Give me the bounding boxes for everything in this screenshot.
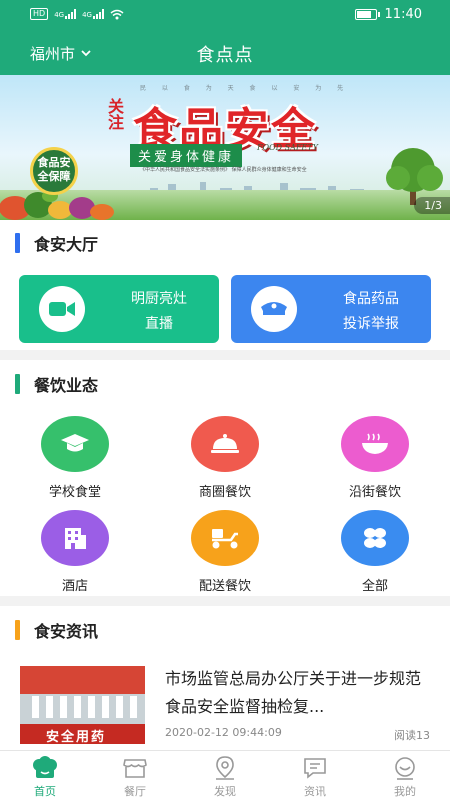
app-title: 食点点 bbox=[196, 45, 254, 66]
category-label: 沿街餐饮 bbox=[348, 485, 401, 500]
tab-news[interactable]: 资讯 bbox=[270, 751, 360, 800]
restaurant-icon bbox=[121, 755, 149, 781]
section-accent-bar bbox=[15, 620, 20, 640]
wifi-icon bbox=[110, 9, 124, 19]
news-title: 市场监管总局办公厅关于进一步规范食品安全监督抽检复... bbox=[165, 669, 422, 716]
tab-label: 我的 bbox=[394, 785, 416, 798]
signal-icon-1: 4G bbox=[54, 9, 77, 19]
delivery-scooter-icon bbox=[191, 510, 259, 566]
signal-icon-2: 4G bbox=[82, 9, 104, 19]
category-label: 全部 bbox=[361, 579, 388, 594]
battery-icon bbox=[354, 9, 380, 20]
status-bar: HD 4G 4G 11:40 bbox=[0, 0, 450, 30]
tab-home[interactable]: 首页 bbox=[0, 751, 90, 800]
news-date: 2020-02-12 09:44:09 bbox=[165, 726, 282, 739]
tab-label: 发现 bbox=[214, 785, 236, 798]
hotel-building-icon bbox=[41, 510, 109, 566]
news-item[interactable]: 安全用药 市场监管总局办公厅关于进一步规范食品安全监督抽检复... 2020-0… bbox=[0, 662, 450, 750]
tab-label: 首页 bbox=[34, 785, 56, 798]
banner-carousel[interactable]: 民 以 食 为 天 食 以 安 为 先 食品安全保障 关注 食品安全 关爱身体健… bbox=[0, 75, 450, 220]
tab-label: 资讯 bbox=[304, 785, 326, 798]
category-hotel[interactable]: 酒店 bbox=[25, 510, 125, 594]
graduation-cap-icon bbox=[41, 416, 109, 472]
thumbnail-caption: 安全用药 bbox=[46, 730, 107, 744]
banner-slogan: 民 以 食 为 天 食 以 安 为 先 bbox=[140, 85, 351, 92]
status-right: 11:40 bbox=[354, 7, 422, 22]
tab-profile[interactable]: 我的 bbox=[360, 751, 450, 800]
food-safety-badge: 食品安全保障 bbox=[30, 147, 78, 195]
complaint-report-card[interactable]: 食品药品 投诉举报 bbox=[231, 275, 431, 343]
card-text: 明厨亮灶 直播 bbox=[109, 287, 209, 337]
banner-attention-text: 关注 bbox=[108, 97, 125, 132]
card-line-1: 明厨亮灶 bbox=[131, 291, 187, 307]
carousel-pager: 1/3 bbox=[414, 197, 450, 214]
category-label: 商圈餐饮 bbox=[198, 485, 251, 500]
section-accent-bar bbox=[15, 233, 20, 253]
category-business-district[interactable]: 商圈餐饮 bbox=[175, 416, 275, 500]
police-cap-icon bbox=[251, 286, 297, 332]
food-safety-hall-section: 食安大厅 明厨亮灶 直播 食品药品 投诉举报 bbox=[0, 220, 450, 350]
category-street-food[interactable]: 沿街餐饮 bbox=[325, 416, 425, 500]
app-header: 福州市 食点点 bbox=[0, 30, 450, 75]
hd-indicator: HD bbox=[30, 8, 49, 20]
status-left: HD 4G 4G bbox=[30, 8, 124, 20]
card-line-2: 投诉举报 bbox=[343, 316, 399, 332]
section-header: 食安资讯 bbox=[15, 618, 98, 642]
tab-restaurant[interactable]: 餐厅 bbox=[90, 751, 180, 800]
tab-discover[interactable]: 发现 bbox=[180, 751, 270, 800]
section-title: 食安资讯 bbox=[34, 622, 99, 641]
category-label: 酒店 bbox=[61, 579, 88, 594]
section-accent-bar bbox=[15, 374, 20, 394]
section-header: 餐饮业态 bbox=[15, 372, 98, 396]
bottom-tab-bar: 首页 餐厅 发现 资讯 我的 bbox=[0, 750, 450, 800]
card-text: 食品药品 投诉举报 bbox=[321, 287, 421, 337]
category-school-canteen[interactable]: 学校食堂 bbox=[25, 416, 125, 500]
category-label: 学校食堂 bbox=[48, 485, 101, 500]
tab-label: 餐厅 bbox=[124, 785, 146, 798]
category-delivery[interactable]: 配送餐饮 bbox=[175, 510, 275, 594]
all-grid-icon bbox=[341, 510, 409, 566]
catering-section: 餐饮业态 学校食堂 商圈餐饮 沿街餐饮 酒店 配送餐饮 全部 bbox=[0, 360, 450, 596]
smiley-profile-icon bbox=[391, 755, 419, 781]
home-chef-icon bbox=[31, 755, 59, 781]
clock: 11:40 bbox=[384, 7, 422, 22]
video-camera-icon bbox=[39, 286, 85, 332]
location-pin-icon bbox=[211, 755, 239, 781]
kitchen-live-card[interactable]: 明厨亮灶 直播 bbox=[19, 275, 219, 343]
section-header: 食安大厅 bbox=[15, 231, 98, 255]
card-line-1: 食品药品 bbox=[343, 291, 399, 307]
category-all[interactable]: 全部 bbox=[325, 510, 425, 594]
section-title: 餐饮业态 bbox=[34, 376, 99, 395]
banner-note: 《中华人民共和国食品安全法实施条例》 保障人民群众身体健康和生命安全 bbox=[140, 167, 307, 173]
banner-subline: 关爱身体健康 bbox=[130, 144, 243, 167]
news-section: 食安资讯 安全用药 市场监管总局办公厅关于进一步规范食品安全监督抽检复... 2… bbox=[0, 606, 450, 750]
category-label: 配送餐饮 bbox=[198, 579, 251, 594]
news-read-count: 阅读13 bbox=[394, 729, 430, 742]
banner-english-text: FOOD SAFETY bbox=[257, 143, 318, 152]
section-title: 食安大厅 bbox=[34, 235, 99, 254]
message-icon bbox=[301, 755, 329, 781]
food-cloche-icon bbox=[191, 416, 259, 472]
noodle-bowl-icon bbox=[341, 416, 409, 472]
news-thumbnail: 安全用药 bbox=[20, 666, 145, 744]
card-line-2: 直播 bbox=[145, 316, 173, 332]
